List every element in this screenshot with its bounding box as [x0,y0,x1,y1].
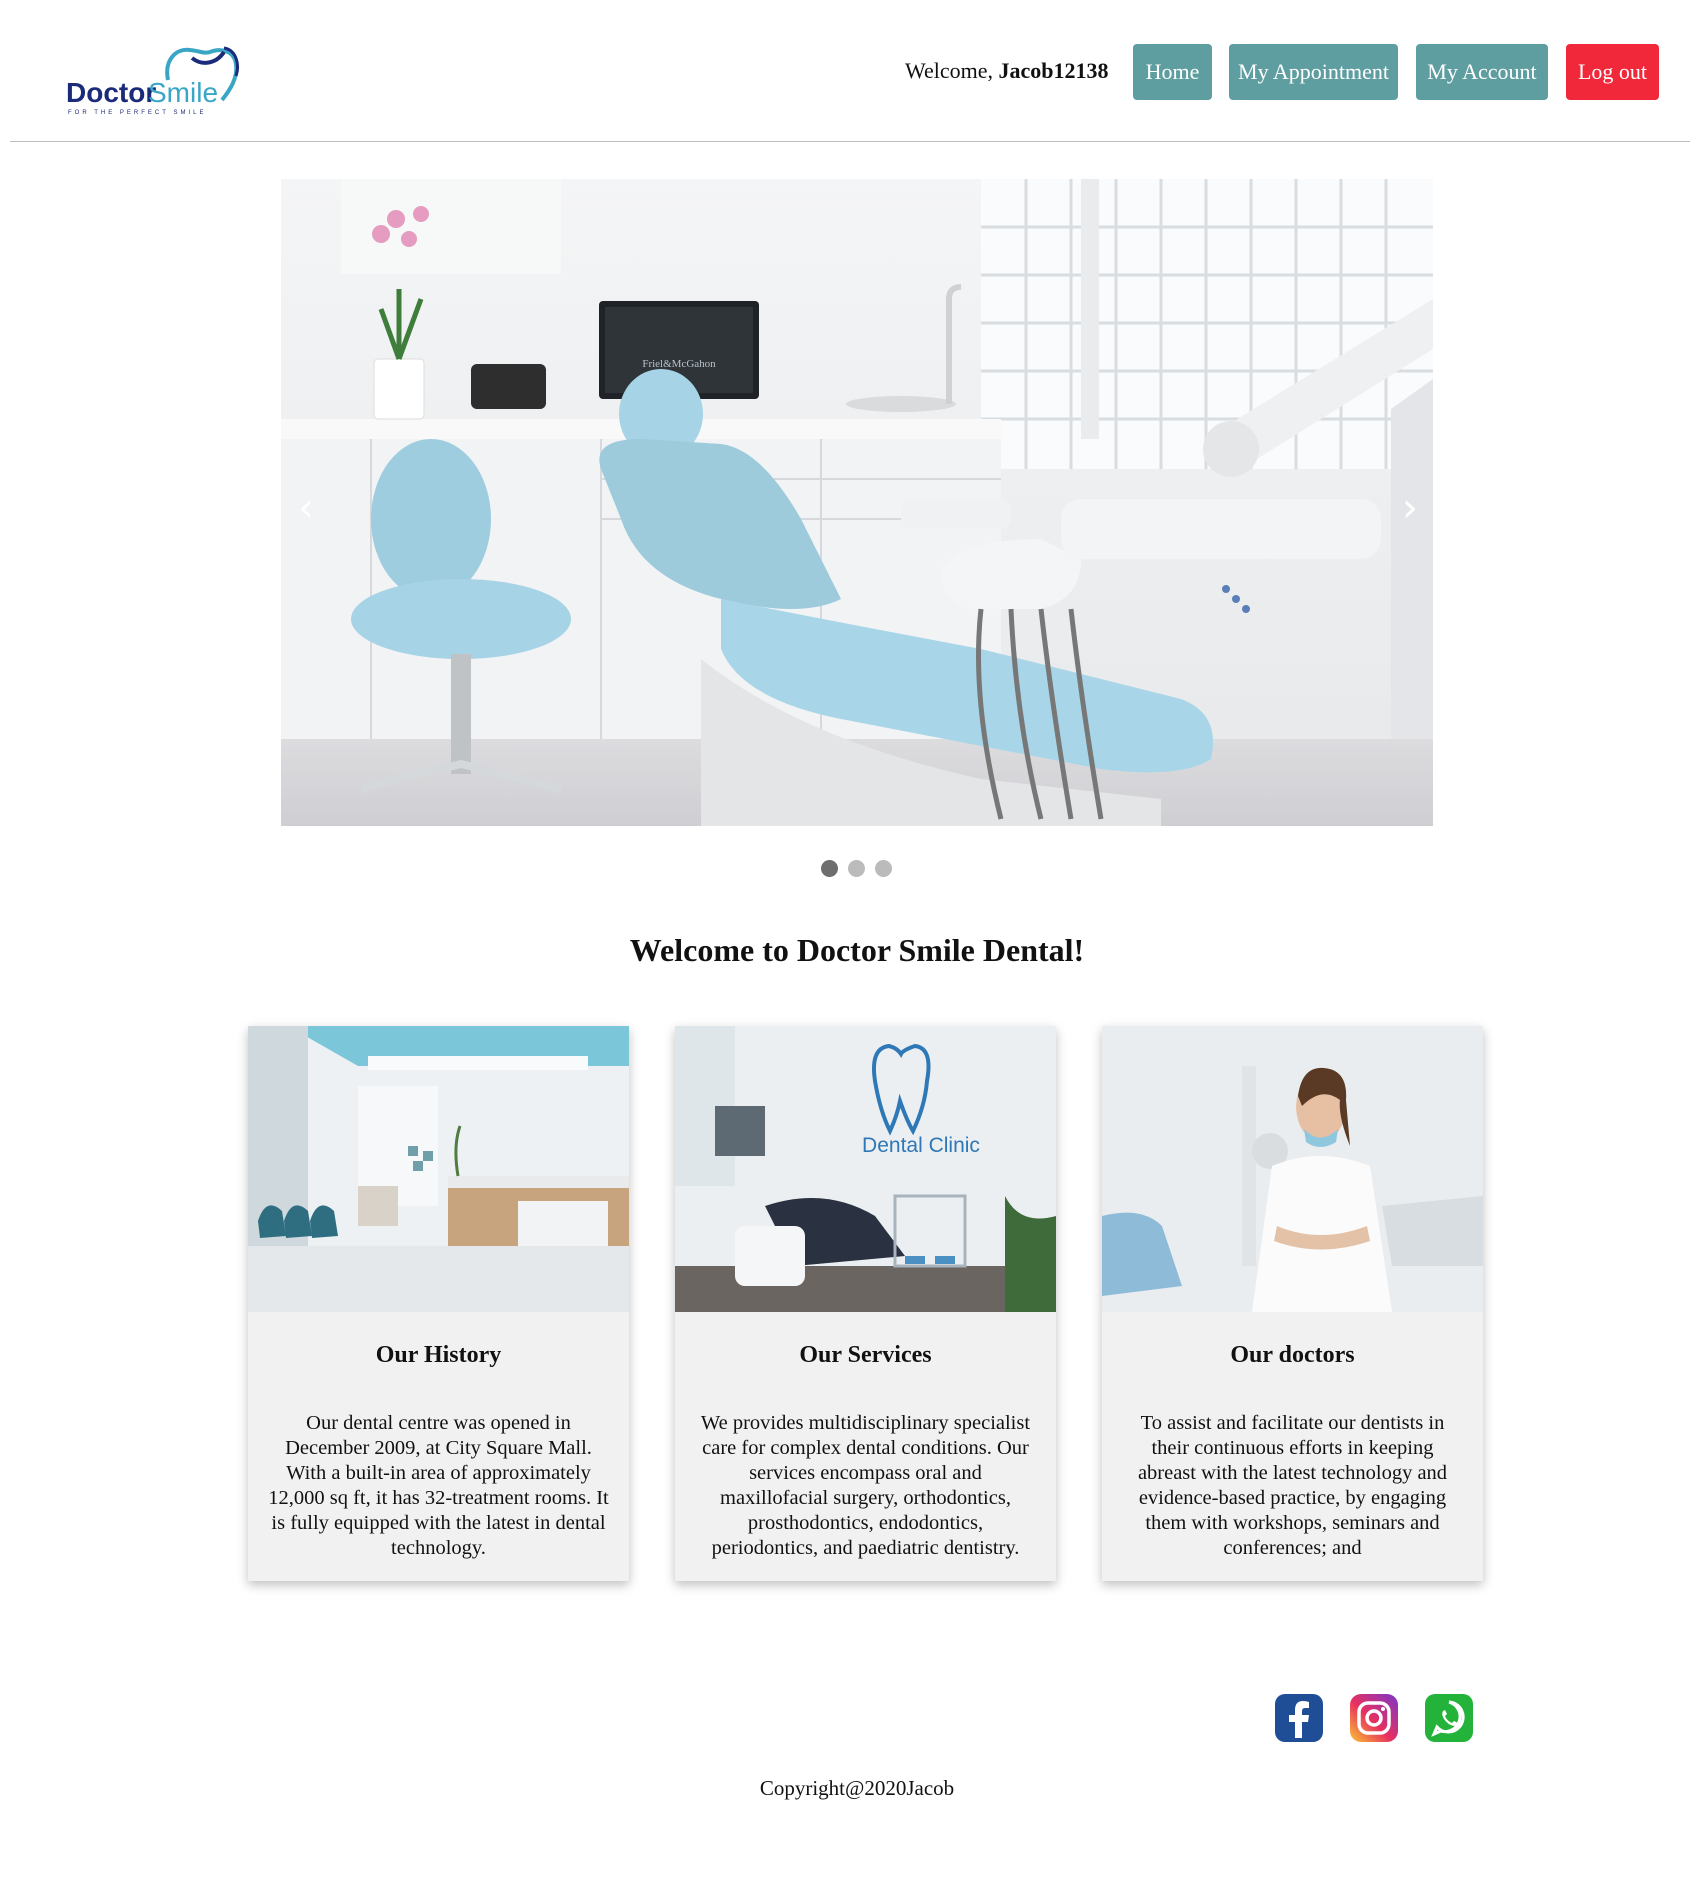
card-our-services: Dental Clinic Our Services We provides m… [675,1026,1056,1581]
instagram-icon[interactable] [1350,1694,1398,1742]
card-title: Our History [375,1342,502,1368]
header-divider [10,141,1690,142]
carousel-dot-3[interactable] [875,860,892,877]
page-title: Welcome to Doctor Smile Dental! [629,932,1085,968]
card-our-history: Our History Our dental centre was opened… [248,1026,629,1581]
svg-text:Doctor: Doctor [66,77,156,108]
svg-text:Friel&McGahon: Friel&McGahon [642,358,716,370]
nav-my-account-button[interactable]: My Account [1416,44,1548,100]
card-body: Our dental centre was opened in December… [268,1412,609,1559]
facebook-icon[interactable] [1275,1694,1323,1742]
card-title: Our doctors [1230,1342,1355,1368]
whatsapp-icon[interactable] [1425,1694,1473,1742]
logout-button[interactable]: Log out [1566,44,1659,100]
welcome-message: Welcome, Jacob12138 [905,58,1109,84]
waiting-room-image [248,1026,629,1312]
nav-home-button[interactable]: Home [1133,44,1212,100]
card-body: To assist and facilitate our dentists in… [1137,1412,1448,1559]
carousel-next-arrow-icon[interactable]: › [1402,488,1418,528]
carousel-prev-arrow-icon[interactable]: ‹ [298,488,314,528]
card-title: Our Services [799,1342,932,1368]
username: Jacob12138 [998,58,1109,83]
site-header: Doctor Smile FOR THE PERFECT SMILE Welco… [0,0,1700,142]
dentist-portrait-image [1102,1026,1483,1312]
dental-clinic-image: Dental Clinic [675,1026,1056,1312]
welcome-prefix: Welcome, [905,58,999,83]
carousel-dot-1[interactable] [821,860,838,877]
card-our-doctors: Our doctors To assist and facilitate our… [1102,1026,1483,1581]
nav-my-appointment-button[interactable]: My Appointment [1229,44,1398,100]
svg-text:Dental Clinic: Dental Clinic [862,1134,980,1157]
carousel-dot-2[interactable] [848,860,865,877]
doctor-smile-logo[interactable]: Doctor Smile FOR THE PERFECT SMILE [64,40,244,120]
svg-text:FOR THE PERFECT SMILE: FOR THE PERFECT SMILE [68,110,206,116]
copyright-text: Copyright@2020Jacob [759,1776,955,1800]
svg-text:Smile: Smile [148,77,218,108]
card-body: We provides multidisciplinary specialist… [700,1412,1031,1559]
hero-carousel-slide: Friel&McGahon [281,179,1433,826]
